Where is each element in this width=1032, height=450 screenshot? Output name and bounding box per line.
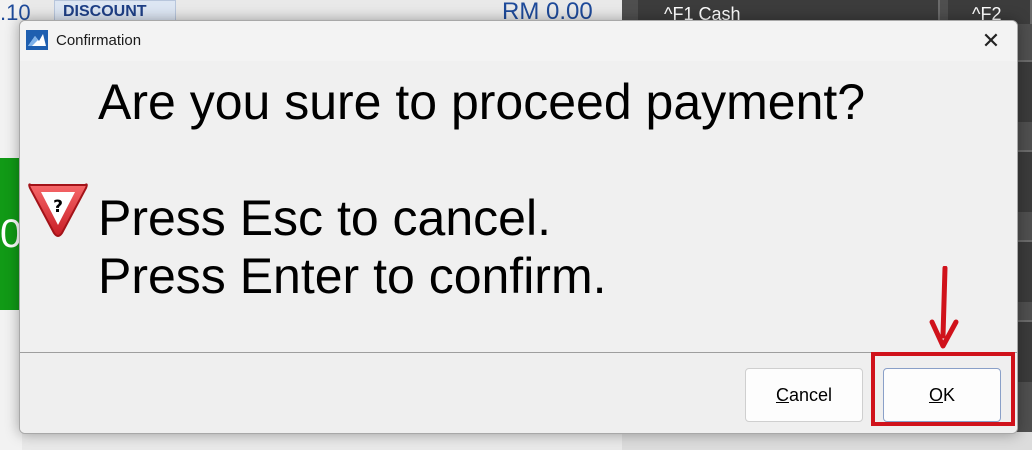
dialog-title: Confirmation: [56, 32, 142, 49]
cancel-mnemonic: C: [775, 385, 789, 405]
warning-question-icon: ?: [28, 183, 88, 237]
message-line: Press Esc to cancel.: [98, 190, 551, 246]
dialog-message: Are you sure to proceed payment? Press E…: [98, 73, 865, 305]
background-discount-label: DISCOUNT: [63, 3, 147, 20]
dialog-content: ? Are you sure to proceed payment? Press…: [20, 61, 1017, 351]
close-icon: ✕: [981, 28, 1001, 53]
dialog-button-bar: Cancel OK: [20, 353, 1017, 433]
ok-highlight-box: [871, 352, 1015, 426]
svg-text:?: ?: [53, 197, 63, 217]
message-line: Are you sure to proceed payment?: [98, 74, 866, 130]
message-line: Press Enter to confirm.: [98, 248, 607, 304]
dialog-titlebar[interactable]: Confirmation ✕: [20, 21, 1017, 61]
message-line: [98, 131, 865, 189]
close-button[interactable]: ✕: [973, 25, 1009, 57]
app-logo-icon: [26, 30, 48, 50]
confirmation-dialog: Confirmation ✕ ? Are you sure to proceed…: [19, 20, 1018, 434]
cancel-button[interactable]: Cancel: [745, 368, 863, 422]
cancel-label: ancel: [788, 385, 833, 405]
red-arrow-icon: [929, 266, 959, 349]
background-bottom-bar: [622, 432, 1032, 450]
